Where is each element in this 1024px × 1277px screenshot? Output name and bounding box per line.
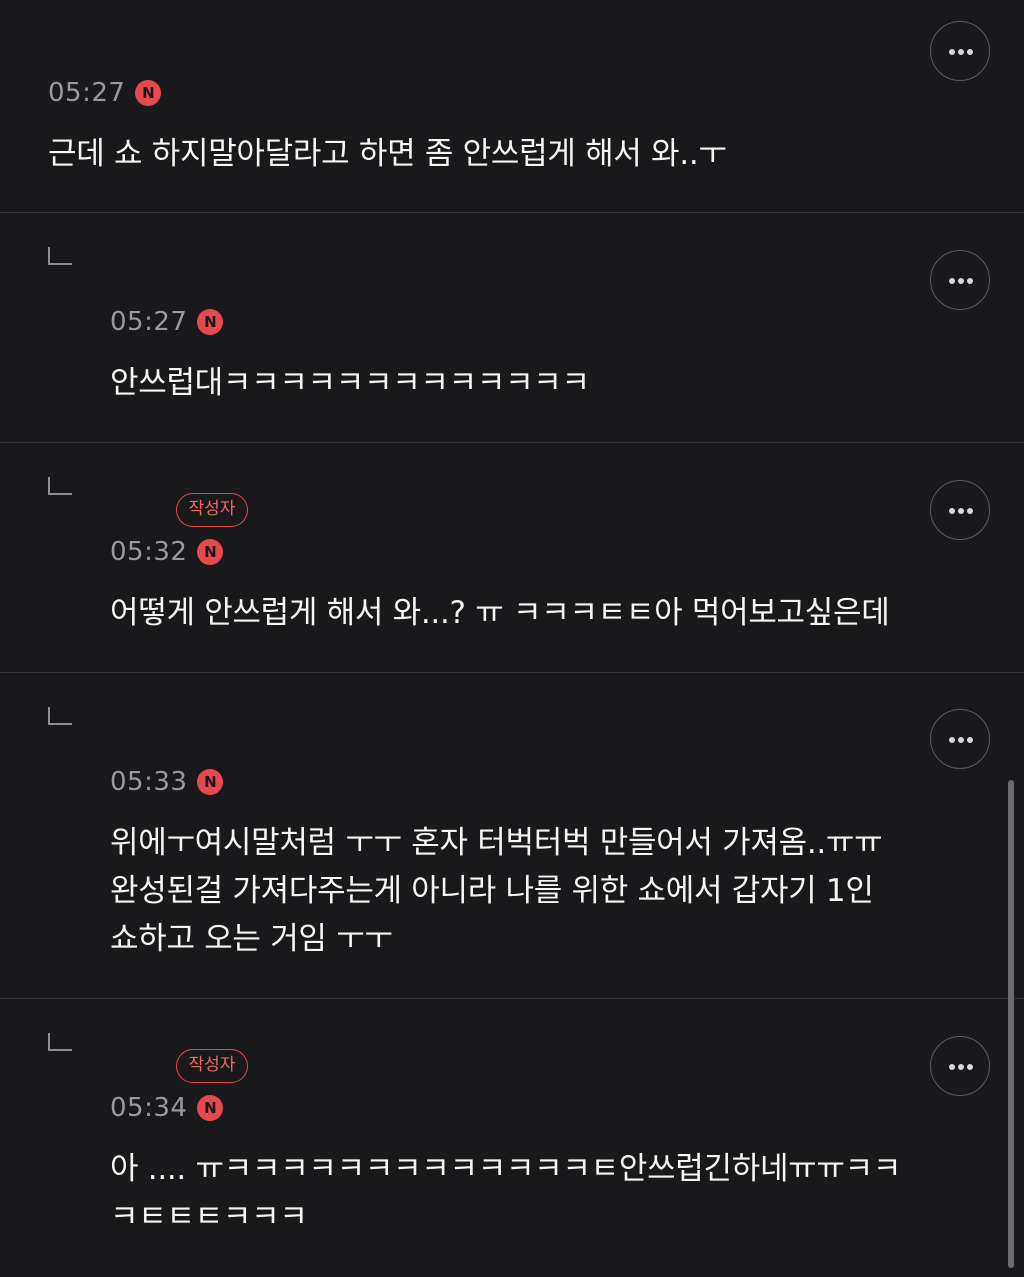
new-badge-icon: N — [197, 539, 224, 565]
new-badge-icon: N — [135, 80, 162, 106]
comment-text: 안쓰럽대ㅋㅋㅋㅋㅋㅋㅋㅋㅋㅋㅋㅋㅋ — [110, 365, 590, 401]
comment-time: 05:33 — [110, 767, 188, 797]
more-horizontal-icon — [949, 508, 973, 514]
new-badge-icon: N — [197, 309, 224, 335]
reply-indent-icon — [48, 707, 72, 725]
more-options-button[interactable] — [930, 480, 990, 540]
new-badge-icon: N — [197, 769, 224, 795]
comment-item: 05:27 N 근데 쇼 하지말아달라고 하면 좀 안쓰럽게 해서 와..ㅜ — [0, 0, 1024, 213]
reply-item: 05:33 N 위에ㅜ여시말처럼 ㅜㅜ 혼자 터벅터벅 만들어서 가져옴..ㅠㅠ… — [0, 673, 1024, 999]
comment-meta: 05:27 N — [110, 307, 224, 337]
reply-item: 05:27 N 안쓰럽대ㅋㅋㅋㅋㅋㅋㅋㅋㅋㅋㅋㅋㅋ — [0, 213, 1024, 443]
more-options-button[interactable] — [930, 709, 990, 769]
more-horizontal-icon — [949, 278, 973, 284]
more-options-button[interactable] — [930, 1036, 990, 1096]
comment-text: 아 .... ㅠㅋㅋㅋㅋㅋㅋㅋㅋㅋㅋㅋㅋㅋㅌ안쓰럽긴하네ㅠㅠㅋㅋ ㅋㅌㅌㅌㅋㅋㅋ — [110, 1151, 902, 1235]
comment-meta: 05:32 N — [110, 537, 224, 567]
comment-time: 05:27 — [48, 78, 126, 108]
author-badge: 작성자 — [176, 1049, 248, 1083]
reply-indent-icon — [48, 247, 72, 265]
more-options-button[interactable] — [930, 250, 990, 310]
comment-text: 위에ㅜ여시말처럼 ㅜㅜ 혼자 터벅터벅 만들어서 가져옴..ㅠㅠ 완성된걸 가져… — [110, 825, 883, 957]
comment-text: 근데 쇼 하지말아달라고 하면 좀 안쓰럽게 해서 와..ㅜ — [48, 136, 727, 172]
comment-time: 05:34 — [110, 1093, 188, 1123]
reply-item: 작성자 05:34 N 아 .... ㅠㅋㅋㅋㅋㅋㅋㅋㅋㅋㅋㅋㅋㅋㅌ안쓰럽긴하네… — [0, 999, 1024, 1277]
comment-time: 05:32 — [110, 537, 188, 567]
vertical-scrollbar[interactable] — [1008, 780, 1014, 1268]
more-horizontal-icon — [949, 737, 973, 743]
reply-item: 작성자 05:32 N 어떻게 안쓰럽게 해서 와...? ㅠ ㅋㅋㅋㅌㅌ아 먹… — [0, 443, 1024, 673]
more-horizontal-icon — [949, 1064, 973, 1070]
more-options-button[interactable] — [930, 21, 990, 81]
reply-indent-icon — [48, 1033, 72, 1051]
author-badge: 작성자 — [176, 493, 248, 527]
comment-meta: 05:33 N — [110, 767, 224, 797]
comment-meta: 05:27 N — [48, 78, 162, 108]
comment-text: 어떻게 안쓰럽게 해서 와...? ㅠ ㅋㅋㅋㅌㅌ아 먹어보고싶은데 — [110, 595, 890, 631]
new-badge-icon: N — [197, 1095, 224, 1121]
comment-time: 05:27 — [110, 307, 188, 337]
reply-indent-icon — [48, 477, 72, 495]
comment-meta: 05:34 N — [110, 1093, 224, 1123]
more-horizontal-icon — [949, 49, 973, 55]
